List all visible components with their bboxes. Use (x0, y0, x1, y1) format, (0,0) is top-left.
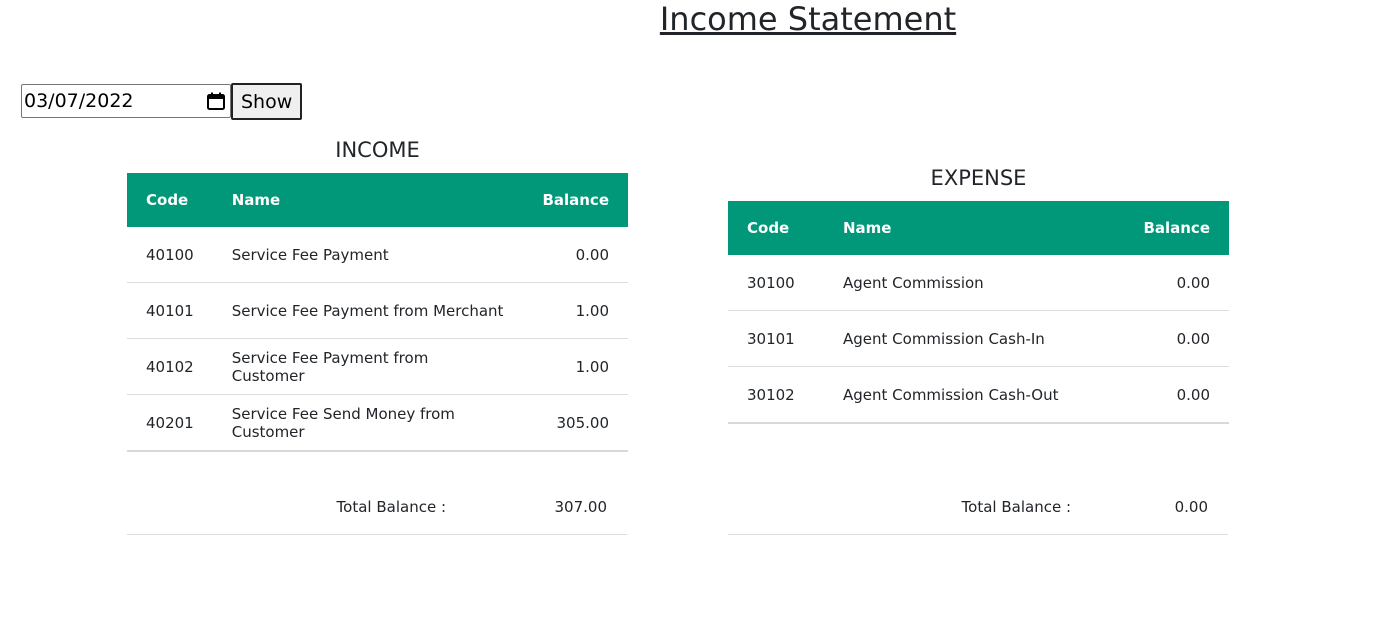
date-input[interactable]: 03/07/2022 (21, 84, 231, 118)
income-header-code: Code (146, 191, 189, 209)
expense-total-value: 0.00 (1174, 498, 1208, 516)
income-section: INCOME Code Name Balance 40100 Service F… (127, 136, 628, 535)
page-title: Income Statement (659, 0, 957, 38)
table-row: 40100 Service Fee Payment 0.00 (127, 227, 628, 283)
table-row: 40102 Service Fee Payment from Customer … (127, 338, 628, 395)
income-header-balance: Balance (542, 191, 609, 209)
row-balance: 1.00 (523, 282, 628, 339)
row-code: 30101 (728, 310, 824, 367)
row-code: 30102 (728, 366, 824, 424)
row-balance: 0.00 (1110, 366, 1229, 424)
table-row: 30102 Agent Commission Cash-Out 0.00 (728, 366, 1229, 424)
expense-header-name: Name (843, 219, 892, 237)
expense-table: Code Name Balance 30100 Agent Commission… (728, 201, 1229, 424)
row-code: 40101 (127, 282, 213, 339)
row-code: 40102 (127, 338, 213, 395)
row-name: Service Fee Send Money from Customer (212, 394, 524, 452)
row-name: Service Fee Payment from Customer (212, 338, 524, 395)
expense-header-balance: Balance (1143, 219, 1210, 237)
row-code: 40100 (127, 227, 213, 283)
row-name: Agent Commission Cash-In (824, 310, 1111, 367)
row-code: 30100 (728, 255, 824, 311)
date-input-value: 03/07/2022 (24, 90, 134, 112)
date-filter-form: 03/07/2022 Show (21, 83, 303, 120)
row-balance: 0.00 (523, 227, 628, 283)
expense-section: EXPENSE Code Name Balance 30100 Agent Co… (728, 164, 1229, 535)
income-header-name: Name (231, 191, 281, 209)
income-total-label: Total Balance : (336, 498, 446, 516)
row-balance: 0.00 (1110, 255, 1229, 311)
table-row: 30100 Agent Commission 0.00 (728, 255, 1229, 311)
row-name: Service Fee Payment from Merchant (212, 282, 524, 339)
calendar-icon[interactable] (206, 91, 226, 111)
expense-header-code: Code (747, 219, 790, 237)
row-balance: 0.00 (1110, 310, 1229, 367)
income-title: INCOME (335, 138, 420, 162)
table-row: 40201 Service Fee Send Money from Custom… (127, 394, 628, 452)
row-name: Agent Commission (824, 255, 1111, 311)
show-button[interactable]: Show (231, 83, 303, 120)
row-balance: 305.00 (523, 394, 628, 452)
income-total-row: Total Balance : 307.00 (127, 478, 627, 535)
row-code: 40201 (127, 394, 213, 452)
table-row: 30101 Agent Commission Cash-In 0.00 (728, 310, 1229, 367)
table-row: 40101 Service Fee Payment from Merchant … (127, 282, 628, 339)
income-table: Code Name Balance 40100 Service Fee Paym… (127, 173, 628, 452)
row-balance: 1.00 (523, 338, 628, 395)
row-name: Service Fee Payment (212, 227, 524, 283)
expense-title: EXPENSE (930, 166, 1027, 190)
expense-total-label: Total Balance : (961, 498, 1071, 516)
income-header-row: Code Name Balance (127, 173, 628, 227)
expense-total-row: Total Balance : 0.00 (728, 478, 1228, 535)
income-total-value: 307.00 (554, 498, 608, 516)
row-name: Agent Commission Cash-Out (824, 366, 1111, 424)
expense-header-row: Code Name Balance (728, 201, 1229, 255)
